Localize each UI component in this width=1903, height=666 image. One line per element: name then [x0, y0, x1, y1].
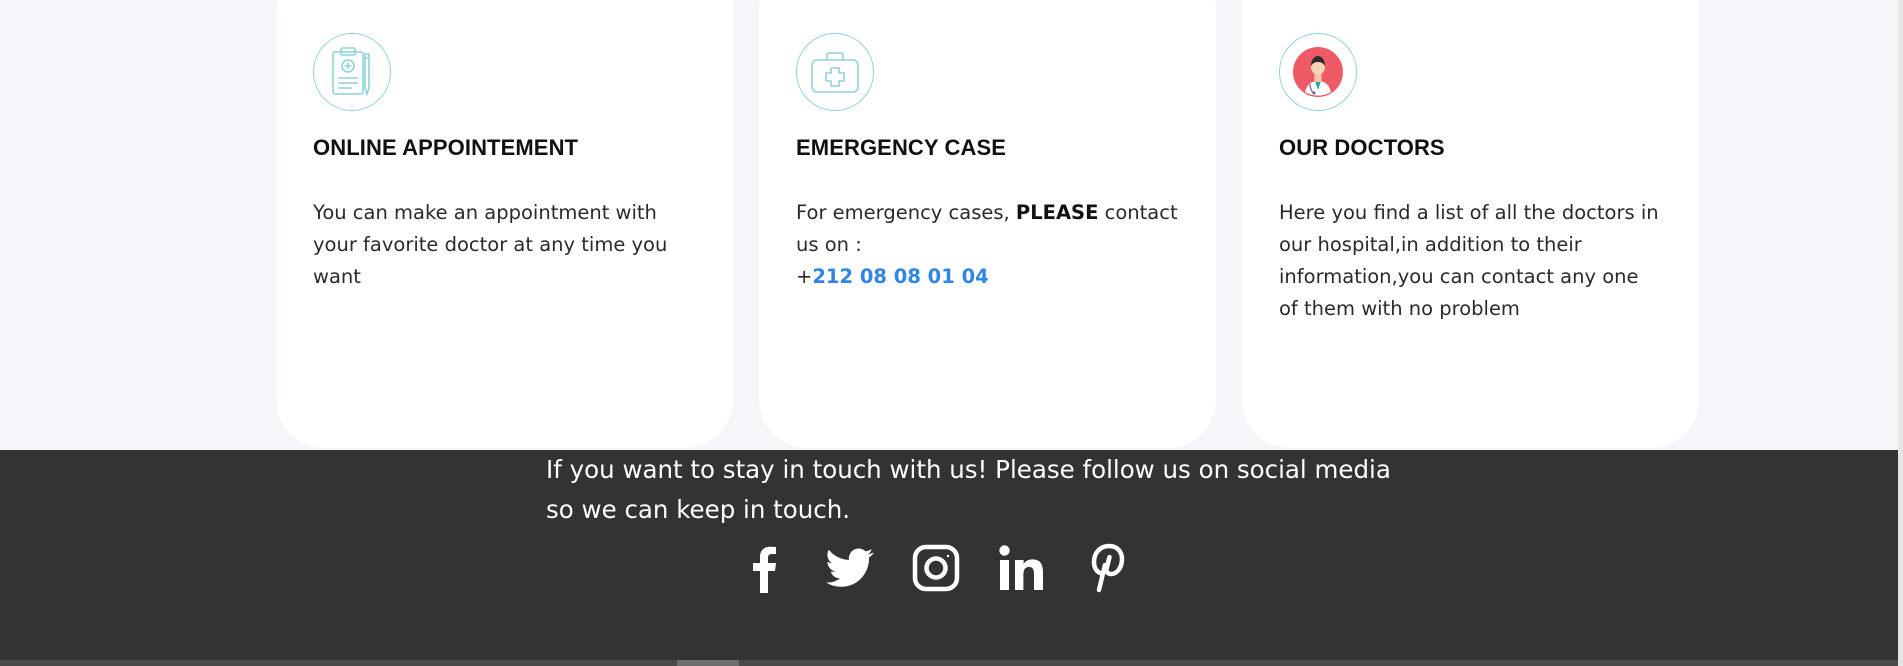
instagram-icon[interactable]	[912, 544, 960, 592]
card-title: EMERGENCY CASE	[796, 135, 1007, 160]
facebook-icon[interactable]	[740, 544, 788, 593]
services-section: ONLINE APPOINTEMENT You can make an appo…	[276, 0, 1699, 450]
twitter-icon[interactable]	[826, 544, 874, 592]
card-emergency-case: EMERGENCY CASE For emergency cases, PLEA…	[759, 0, 1216, 448]
clipboard-medical-icon	[313, 33, 391, 111]
card-description: Here you find a list of all the doctors …	[1279, 201, 1659, 320]
vertical-scrollbar[interactable]	[1898, 0, 1903, 666]
card-title: OUR DOCTORS	[1279, 135, 1445, 160]
horizontal-scrollbar-track[interactable]	[0, 660, 1898, 666]
emergency-text-before: For emergency cases,	[796, 201, 1016, 224]
card-online-appointment: ONLINE APPOINTEMENT You can make an appo…	[276, 0, 733, 448]
doctor-avatar-icon	[1279, 33, 1357, 111]
first-aid-kit-icon	[796, 33, 874, 111]
card-description: You can make an appointment with your fa…	[313, 201, 668, 288]
emergency-phone-link[interactable]: 212 08 08 01 04	[812, 265, 988, 288]
social-links	[740, 543, 1132, 593]
phone-prefix: +	[796, 265, 813, 288]
footer-message: If you want to stay in touch with us! Pl…	[546, 455, 1391, 524]
horizontal-scrollbar-thumb[interactable]	[677, 660, 739, 666]
emergency-text-bold: PLEASE	[1015, 201, 1099, 224]
footer: If you want to stay in touch with us! Pl…	[0, 450, 1898, 660]
card-our-doctors: OUR DOCTORS Here you find a list of all …	[1242, 0, 1699, 448]
pinterest-icon[interactable]	[1084, 543, 1132, 593]
linkedin-icon[interactable]	[998, 544, 1046, 592]
card-title: ONLINE APPOINTEMENT	[313, 135, 579, 160]
card-description: For emergency cases, PLEASE contact us o…	[796, 197, 1180, 293]
